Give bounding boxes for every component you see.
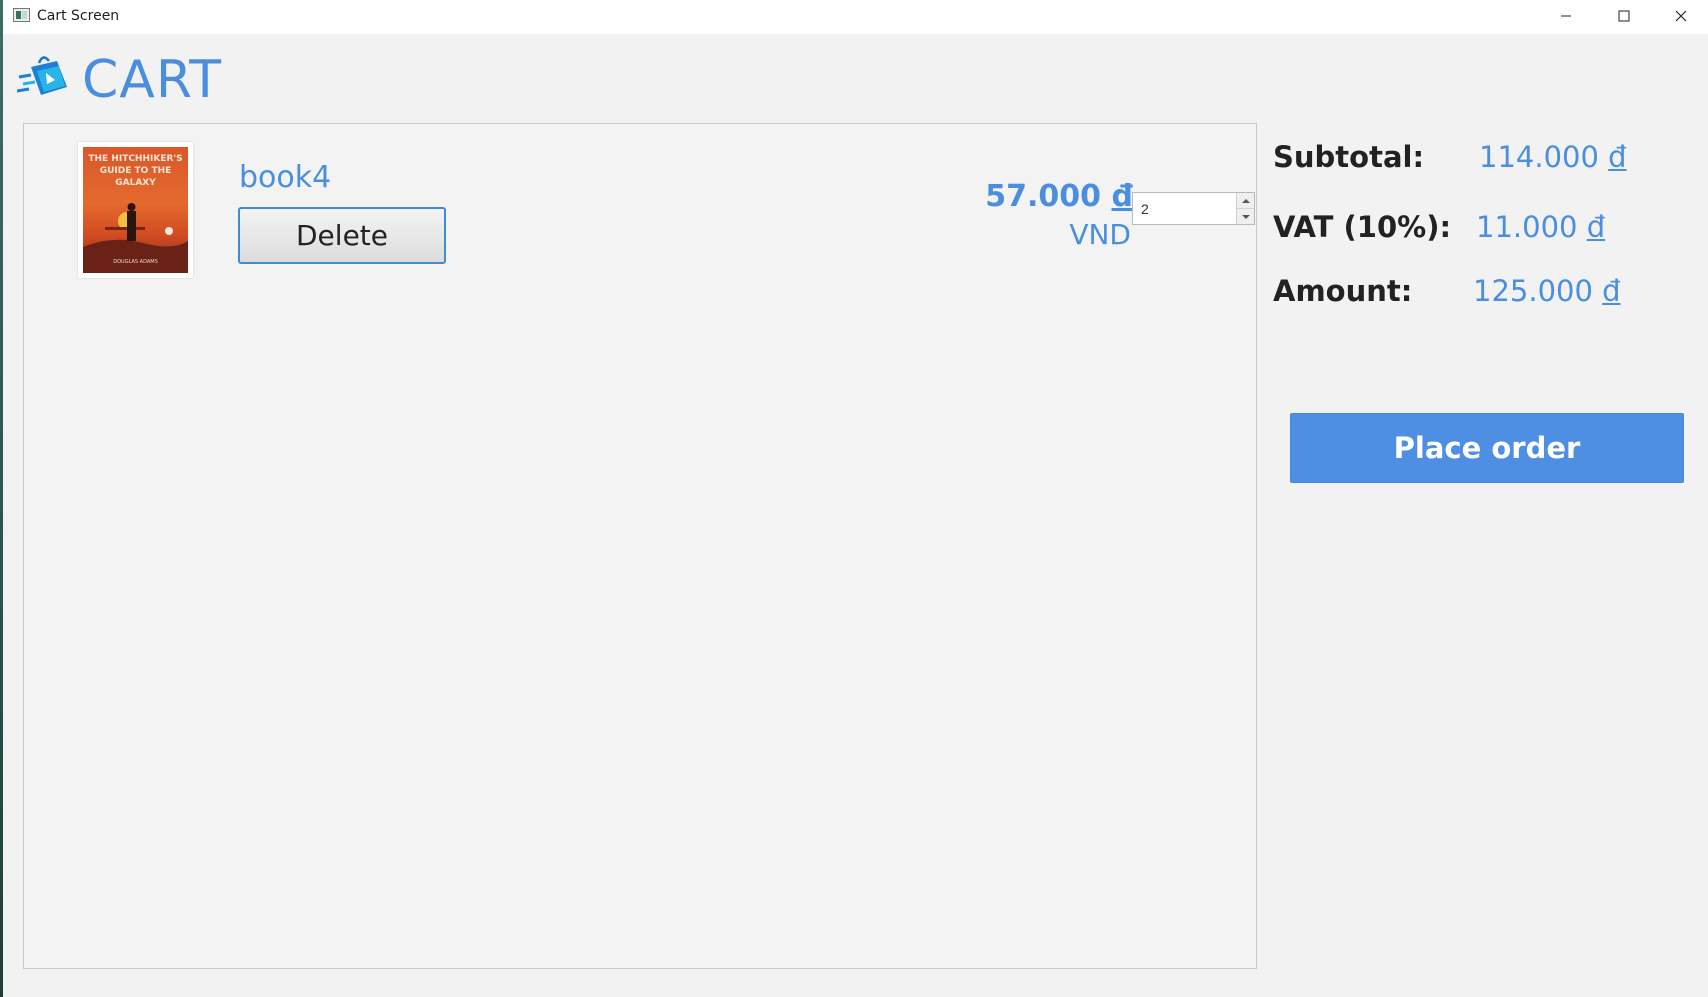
minimize-button[interactable] [1539, 0, 1593, 32]
quantity-stepper[interactable] [1132, 192, 1255, 225]
close-button[interactable] [1654, 0, 1708, 32]
vat-label: VAT (10%): [1273, 210, 1452, 244]
stepper-arrows [1236, 193, 1254, 224]
page-title: CART [82, 50, 222, 110]
window-title: Cart Screen [37, 8, 120, 24]
currency-symbol: đ [1586, 210, 1606, 244]
currency-symbol: đ [1111, 179, 1133, 214]
amount-value: 125.000 đ [1473, 274, 1621, 308]
book-cover: THE HITCHHIKER'S GUIDE TO THE GALAXY DOU… [83, 147, 188, 273]
price-value: 57.000 [985, 179, 1102, 214]
subtotal-amount: 114.000 [1479, 140, 1599, 174]
increment-button[interactable] [1237, 193, 1254, 208]
title-bar: Cart Screen [3, 0, 1708, 34]
amount-label: Amount: [1273, 274, 1413, 308]
product-price: 57.000 đ [985, 179, 1133, 214]
cover-illustration [83, 203, 188, 273]
place-order-button[interactable]: Place order [1290, 413, 1684, 483]
currency-symbol: đ [1602, 274, 1621, 308]
chevron-up-icon [1241, 198, 1250, 203]
cart-item-list: THE HITCHHIKER'S GUIDE TO THE GALAXY DOU… [23, 123, 1257, 969]
subtotal-label: Subtotal: [1273, 140, 1425, 174]
chevron-down-icon [1241, 214, 1250, 219]
total-amount: 125.000 [1473, 274, 1593, 308]
minimize-icon [1561, 15, 1571, 17]
vat-value: 11.000 đ [1476, 210, 1605, 244]
decrement-button[interactable] [1237, 208, 1254, 224]
cart-window: Cart Screen CART THE HITCHHIKER'S GUIDE … [3, 0, 1708, 997]
app-icon [13, 8, 30, 22]
quantity-input[interactable] [1133, 193, 1236, 224]
subtotal-value: 114.000 đ [1479, 140, 1627, 174]
maximize-button[interactable] [1597, 0, 1651, 32]
maximize-icon [1618, 10, 1630, 22]
product-name: book4 [239, 160, 332, 195]
close-icon [1675, 10, 1687, 22]
shopping-bag-icon [17, 56, 67, 95]
delete-button[interactable]: Delete [238, 207, 446, 264]
currency-symbol: đ [1608, 140, 1627, 174]
product-image: THE HITCHHIKER'S GUIDE TO THE GALAXY DOU… [78, 142, 193, 278]
cover-author: DOUGLAS ADAMS [113, 259, 158, 265]
currency-code: VND [1069, 218, 1131, 251]
vat-amount: 11.000 [1476, 210, 1578, 244]
